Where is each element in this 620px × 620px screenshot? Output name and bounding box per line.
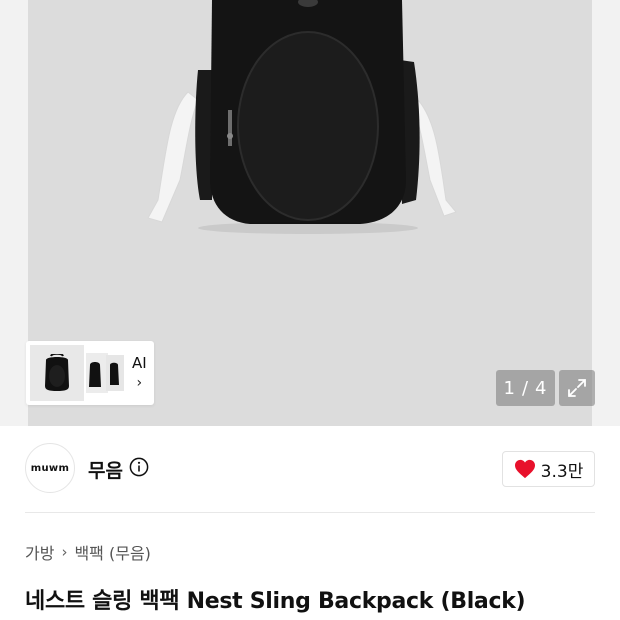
thumbnail-strip[interactable]: AI › [26,341,154,405]
product-gallery[interactable]: AI › 1 / 4 [0,0,620,426]
brand-logo[interactable]: muwm [25,443,75,493]
info-icon[interactable] [129,457,149,477]
chevron-right-icon: › [61,543,68,561]
gallery-prev-peek [0,0,28,426]
expand-button[interactable] [559,370,595,406]
ai-thumbnail-link[interactable]: AI › [132,353,147,393]
brand-logo-text: muwm [30,462,70,474]
page-current: 1 [503,377,516,399]
heart-icon [514,459,535,479]
product-title: 네스트 슬링 백팩 Nest Sling Backpack (Black) [25,589,526,614]
expand-icon [568,379,586,397]
like-count: 3.3만 [540,461,584,482]
breadcrumb-item-subcategory[interactable]: 백팩 (무음) [74,540,150,564]
thumbnail-backpack-image [45,354,69,391]
like-button[interactable]: 3.3만 [502,451,595,487]
page-separator: / [521,377,530,399]
brand-row: muwm 무음 3.3만 [0,426,620,514]
divider [25,512,595,513]
thumbnail-more[interactable] [86,345,124,401]
page-total: 4 [535,377,548,399]
ai-label: AI [132,354,147,372]
breadcrumb: 가방 › 백팩 (무음) [25,540,151,564]
thumbnail-1[interactable] [30,345,84,401]
chevron-right-icon: › [136,375,143,391]
page-counter: 1 / 4 [496,370,555,406]
gallery-next-peek [592,0,620,426]
brand-name-link[interactable]: 무음 [88,456,123,483]
product-image-backpack [147,0,457,234]
breadcrumb-item-category[interactable]: 가방 [25,540,54,564]
thumbnail-stack-image [86,353,124,393]
